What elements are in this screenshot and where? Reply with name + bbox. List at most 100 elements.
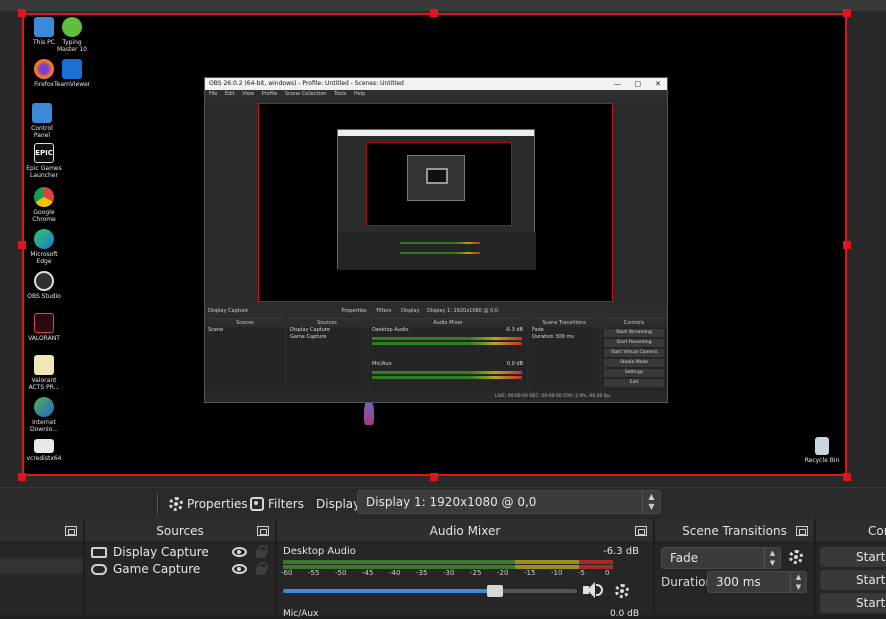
spin-arrows-icon[interactable]: ▲ ▼ (790, 572, 806, 592)
nested-control-button: Settings (604, 369, 664, 377)
nested-control-button: Start Streaming (604, 329, 664, 337)
resize-handle-bottom-right[interactable] (843, 473, 851, 481)
nested-control-button: Exit (604, 379, 664, 387)
resize-handle-top-left[interactable] (18, 9, 26, 17)
nested-menu-bar: File Edit View Profile Scene Collection … (205, 90, 667, 99)
transition-select[interactable]: Fade ▲ ▼ (661, 547, 781, 569)
nested-control-button: Start Recording (604, 339, 664, 347)
nested-mixer-desktop: Desktop Audio (372, 327, 409, 333)
document-icon (34, 355, 54, 375)
resize-handle-left[interactable] (18, 241, 26, 249)
display-select[interactable]: Display 1: 1920x1080 @ 0,0 ▲ ▼ (357, 490, 661, 514)
nested-menu-item: Profile (261, 91, 278, 97)
scenes-dock (0, 519, 83, 615)
resize-handle-bottom-left[interactable] (18, 473, 26, 481)
eye-icon[interactable] (232, 564, 247, 574)
nested-scenes-dock: Scenes Scene (205, 318, 285, 393)
source-item-display-capture[interactable]: Display Capture (85, 544, 275, 561)
desktop-icon-label: Valorant ACTS PR... (28, 377, 60, 391)
controls-header: Con (816, 519, 886, 543)
resize-handle-top-right[interactable] (843, 9, 851, 17)
preview-canvas[interactable]: This PC Typing Master 10 Firefox TeamVie… (22, 13, 847, 476)
gamepad-icon (91, 564, 107, 575)
undock-icon[interactable] (796, 526, 808, 536)
desktop-icon-epic-games[interactable]: EPIC Epic Games Launcher (26, 143, 62, 179)
desktop-icon-label: Firefox (34, 81, 54, 88)
scene-row-selected[interactable] (0, 558, 83, 574)
desktop-icon-label: VALORANT (28, 335, 60, 342)
sources-dock-header: Sources (85, 519, 275, 543)
resize-handle-top[interactable] (430, 9, 438, 17)
properties-button[interactable]: Properties (169, 494, 248, 514)
nested-control-button: Studio Mode (604, 359, 664, 367)
preview-area[interactable]: This PC Typing Master 10 Firefox TeamVie… (0, 0, 886, 487)
desktop-icon-label: Google Chrome (32, 209, 56, 223)
nested-source-name: Display Capture (208, 308, 248, 314)
start-virtual-camera-button[interactable]: Start Vir (820, 593, 886, 613)
meter-tick-label: -5 (578, 569, 585, 577)
volume-slider-fill (283, 589, 495, 593)
undock-icon[interactable] (257, 526, 269, 536)
start-recording-button[interactable]: Start R (820, 570, 886, 590)
desktop-icon-chrome[interactable]: Google Chrome (26, 187, 62, 223)
nested-meter (372, 337, 522, 340)
filters-icon (250, 497, 264, 511)
lock-icon[interactable] (256, 545, 268, 558)
sources-dock-title: Sources (156, 524, 204, 538)
desktop-icon-control-panel[interactable]: Control Panel (24, 103, 60, 139)
desktop-icon-edge[interactable]: Microsoft Edge (26, 229, 62, 265)
undock-icon[interactable] (635, 526, 647, 536)
recycle-bin-icon (815, 437, 829, 455)
nested-status-bar: LIVE: 00:00:00 REC: 00:00:00 CPU: 2.9%, … (205, 391, 667, 402)
meter-tick-label: -10 (551, 569, 563, 577)
nested-control-button: Start Virtual Camera (604, 349, 664, 357)
start-streaming-button[interactable]: Start S (820, 547, 886, 567)
eye-icon[interactable] (232, 547, 247, 557)
nested-deepest-window (426, 168, 448, 184)
resize-handle-right[interactable] (843, 241, 851, 249)
controls-dock: Con Start S Start R Start Vir (816, 519, 886, 615)
nested-inner-canvas (366, 142, 512, 226)
desktop-icon-teamviewer[interactable]: TeamViewer (54, 59, 90, 88)
meter-tick-label: -55 (308, 569, 320, 577)
meter-tick-label: -45 (362, 569, 374, 577)
source-item-game-capture[interactable]: Game Capture (85, 561, 275, 578)
duration-spinbox[interactable]: 300 ms ▲ ▼ (707, 571, 807, 593)
desktop-icon-label: Internet Downlo... (30, 419, 58, 433)
nested-controls-bar: Display Capture Properties Filters Displ… (205, 307, 667, 316)
meter-tick-label: 0 (605, 569, 610, 577)
desktop-icon-recycle-bin[interactable]: Recycle Bin (804, 437, 840, 464)
nested-duration-label: Duration (532, 334, 554, 340)
volume-slider-handle[interactable] (486, 585, 503, 597)
installer-icon (34, 439, 54, 453)
filters-button[interactable]: Filters (250, 494, 304, 514)
mixer-settings-button[interactable] (615, 583, 633, 602)
firefox-icon (34, 59, 54, 79)
volume-slider[interactable] (283, 585, 577, 597)
maximize-icon: □ (634, 80, 641, 88)
desktop-icon-valorant-acts[interactable]: Valorant ACTS PR... (26, 355, 62, 391)
gear-icon (169, 497, 183, 511)
desktop-icon-obs[interactable]: OBS Studio (26, 271, 62, 300)
gear-icon (615, 584, 629, 598)
nested-controls-dock: Controls Start Streaming Start Recording… (601, 318, 667, 393)
nested-menu-item: Scene Collection (284, 91, 327, 97)
monitor-icon (91, 547, 107, 558)
transition-select-value: Fade (670, 551, 699, 565)
nested-deeper-window (407, 155, 465, 201)
meter-tick-label: -15 (524, 569, 536, 577)
undock-icon[interactable] (65, 526, 77, 536)
duration-label: Duration (661, 575, 714, 589)
lock-icon[interactable] (256, 562, 268, 575)
nested-inner-meter (400, 252, 480, 254)
transition-settings-button[interactable] (789, 549, 807, 568)
desktop-icon-vcredist[interactable]: vcredistx64 (26, 439, 62, 462)
desktop-icon-idm[interactable]: Internet Downlo... (26, 397, 62, 433)
resize-handle-bottom[interactable] (430, 473, 438, 481)
speaker-icon[interactable] (583, 581, 603, 599)
desktop-icon-valorant[interactable]: VALORANT (26, 313, 62, 342)
nested-scene-item: Scene (208, 327, 224, 333)
desktop-icon-typing-master[interactable]: Typing Master 10 (54, 17, 90, 53)
computer-icon (34, 17, 54, 37)
properties-label: Properties (187, 497, 248, 511)
